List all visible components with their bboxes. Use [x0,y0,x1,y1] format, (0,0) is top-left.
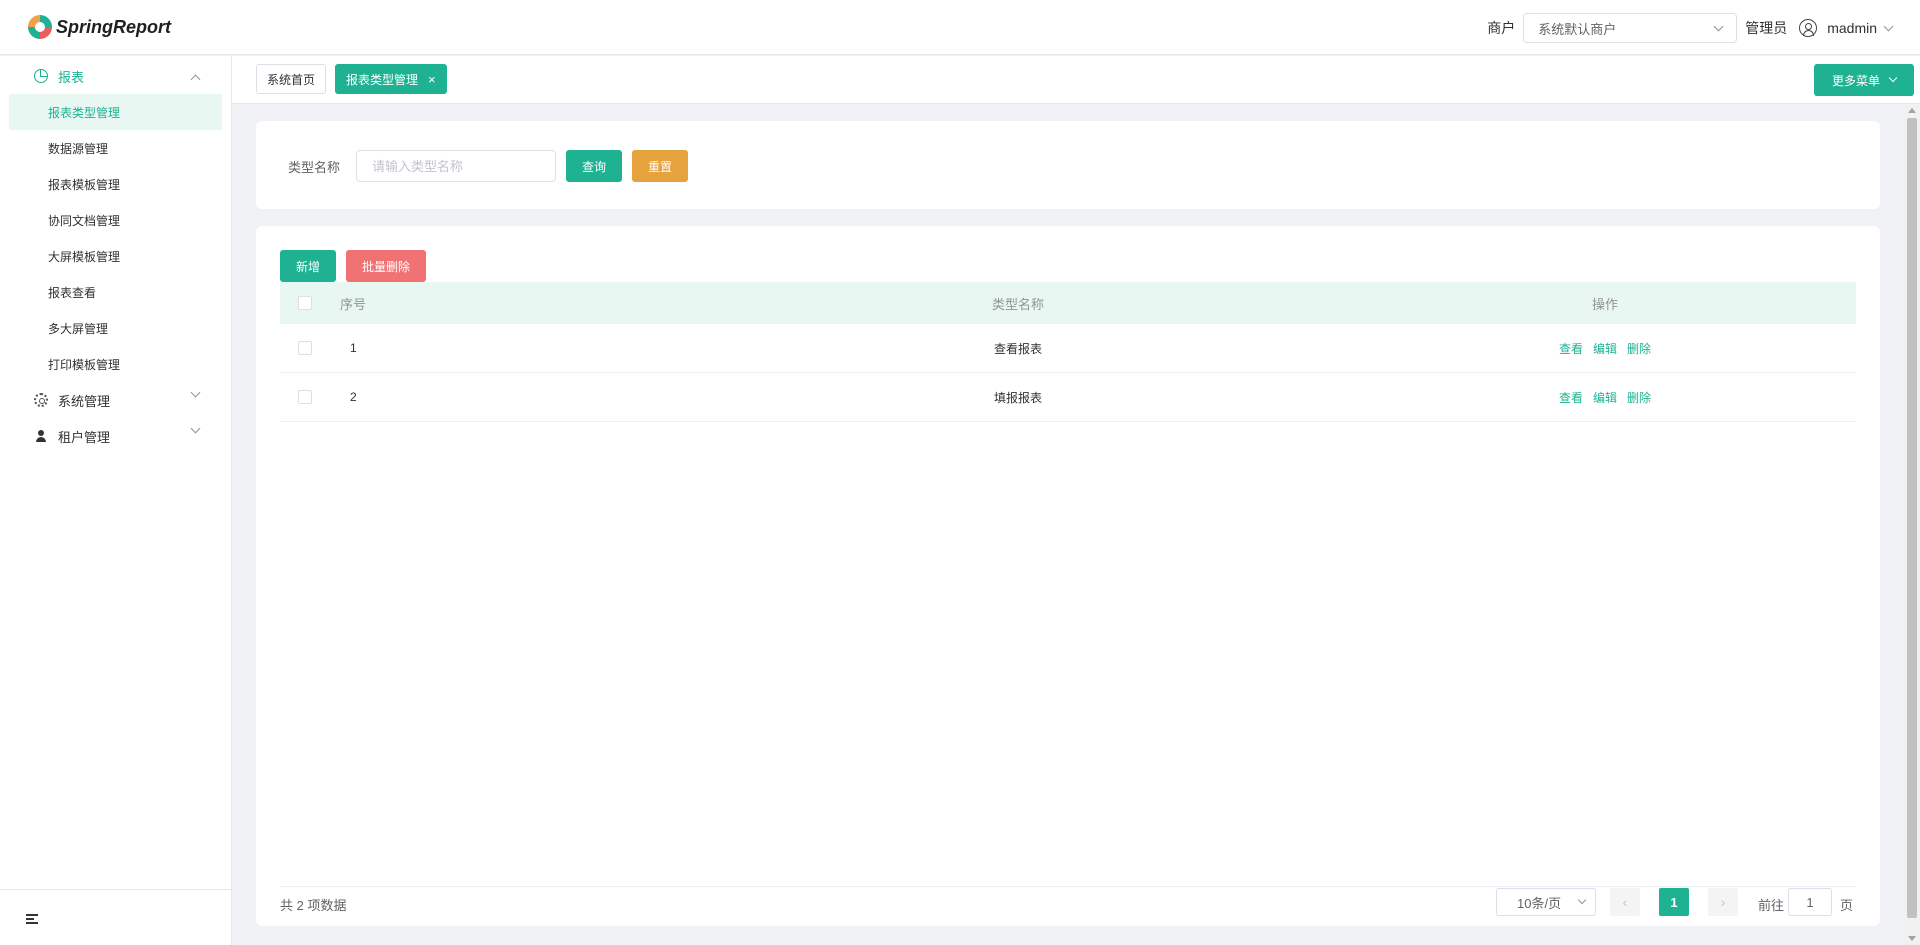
row-actions: 查看 编辑 删除 [1520,373,1690,421]
logo-mark-icon [28,15,52,39]
top-header: SpringReport 商户 系统默认商户 管理员 madmin [0,0,1920,55]
goto-suffix: 页 [1840,898,1854,913]
tenant-label: 商户 [1487,20,1516,36]
goto-label: 前往 [1758,898,1785,913]
row-actions: 查看 编辑 删除 [1520,324,1690,372]
app-logo[interactable]: SpringReport [28,14,171,40]
chevron-down-icon [1577,895,1587,905]
column-header-actions: 操作 [1591,296,1618,312]
sidebar-item-datasource[interactable]: 数据源管理 [9,130,222,166]
page-size-value: 10条/页 [1517,895,1562,911]
sidebar-group-tenant[interactable]: 租户管理 [0,418,231,454]
logo-text: SpringReport [56,16,171,37]
more-menu-button[interactable]: 更多菜单 [1814,64,1914,96]
menu-fold-icon[interactable] [26,914,38,924]
delete-link[interactable]: 删除 [1627,340,1651,357]
chevron-left-icon: ‹ [1622,894,1628,910]
chevron-right-icon: › [1720,894,1726,910]
goto-page-input[interactable] [1788,888,1832,916]
chevron-up-icon [190,74,201,85]
view-link[interactable]: 查看 [1559,340,1583,357]
add-button[interactable]: 新增 [280,250,336,282]
prev-page-button[interactable]: ‹ [1610,888,1640,916]
person-icon [34,429,48,443]
user-circle-icon[interactable] [1799,19,1818,37]
more-menu-label: 更多菜单 [1831,73,1880,88]
page-size-select[interactable]: 10条/页 [1496,888,1596,916]
sidebar-group-label: 报表 [58,69,85,85]
table-row: 1 查看报表 查看 编辑 删除 [280,324,1856,373]
search-panel: 类型名称 查询 重置 [256,121,1880,209]
sidebar-group-label: 租户管理 [58,429,111,445]
next-page-button[interactable]: › [1708,888,1738,916]
view-link[interactable]: 查看 [1559,389,1583,406]
scroll-down-icon[interactable] [1908,936,1916,941]
chevron-down-icon [190,387,201,398]
gear-icon [34,393,48,407]
sidebar-item-report-template[interactable]: 报表模板管理 [9,166,222,202]
sidebar-group-report[interactable]: 报表 [0,58,231,94]
role-label: 管理员 [1745,20,1788,36]
sidebar-footer [0,889,231,945]
scroll-up-icon[interactable] [1908,108,1916,113]
tenant-select[interactable]: 系统默认商户 [1523,13,1738,43]
sidebar-group-label: 系统管理 [58,393,111,409]
sidebar-item-print-template[interactable]: 打印模板管理 [9,346,222,382]
page-scrollbar[interactable] [1904,104,1920,945]
query-button[interactable]: 查询 [566,150,622,182]
chevron-down-icon [1888,73,1898,83]
sidebar: 报表 报表类型管理 数据源管理 报表模板管理 协同文档管理 大屏模板管理 报表查… [0,56,232,945]
sidebar-item-multi-screen[interactable]: 多大屏管理 [9,310,222,346]
chevron-down-icon [1713,21,1724,31]
tab-home[interactable]: 系统首页 [256,64,327,94]
sidebar-item-report-type[interactable]: 报表类型管理 [9,94,222,130]
scrollbar-thumb[interactable] [1907,118,1917,918]
page-number-current[interactable]: 1 [1659,888,1689,916]
user-name[interactable]: madmin [1827,20,1877,36]
sidebar-item-collab-doc[interactable]: 协同文档管理 [9,202,222,238]
table-header: 序号 类型名称 操作 [280,282,1856,324]
list-panel: 新增 批量删除 序号 类型名称 操作 1 查看报表 查看 编辑 删除 2 填报报… [256,226,1880,926]
edit-link[interactable]: 编辑 [1593,340,1617,357]
batch-delete-button[interactable]: 批量删除 [346,250,426,282]
pie-chart-icon [34,69,48,83]
report-type-table: 序号 类型名称 操作 1 查看报表 查看 编辑 删除 2 填报报表 查看 编辑 … [280,282,1856,422]
reset-button[interactable]: 重置 [632,150,688,182]
user-menu-chevron-icon[interactable] [1883,21,1894,31]
sidebar-group-system[interactable]: 系统管理 [0,382,231,418]
total-count: 共 2 项数据 [280,898,347,913]
tab-report-type[interactable]: 报表类型管理 × [335,64,447,94]
type-name-input[interactable] [356,150,556,182]
tab-label: 系统首页 [267,72,316,87]
type-name-label: 类型名称 [288,160,341,175]
tab-label: 报表类型管理 [346,72,419,87]
sidebar-item-report-view[interactable]: 报表查看 [9,274,222,310]
chevron-down-icon [190,423,201,434]
header-right: 商户 系统默认商户 管理员 madmin [1487,13,1894,43]
close-icon[interactable]: × [428,72,436,87]
table-row: 2 填报报表 查看 编辑 删除 [280,373,1856,422]
tabs-bar: 系统首页 报表类型管理 × 更多菜单 [232,56,1920,104]
tenant-select-value: 系统默认商户 [1538,21,1617,37]
sidebar-item-screen-template[interactable]: 大屏模板管理 [9,238,222,274]
edit-link[interactable]: 编辑 [1593,389,1617,406]
delete-link[interactable]: 删除 [1627,389,1651,406]
pagination: 共 2 项数据 10条/页 ‹ 1 › 前往 页 [280,886,1856,926]
